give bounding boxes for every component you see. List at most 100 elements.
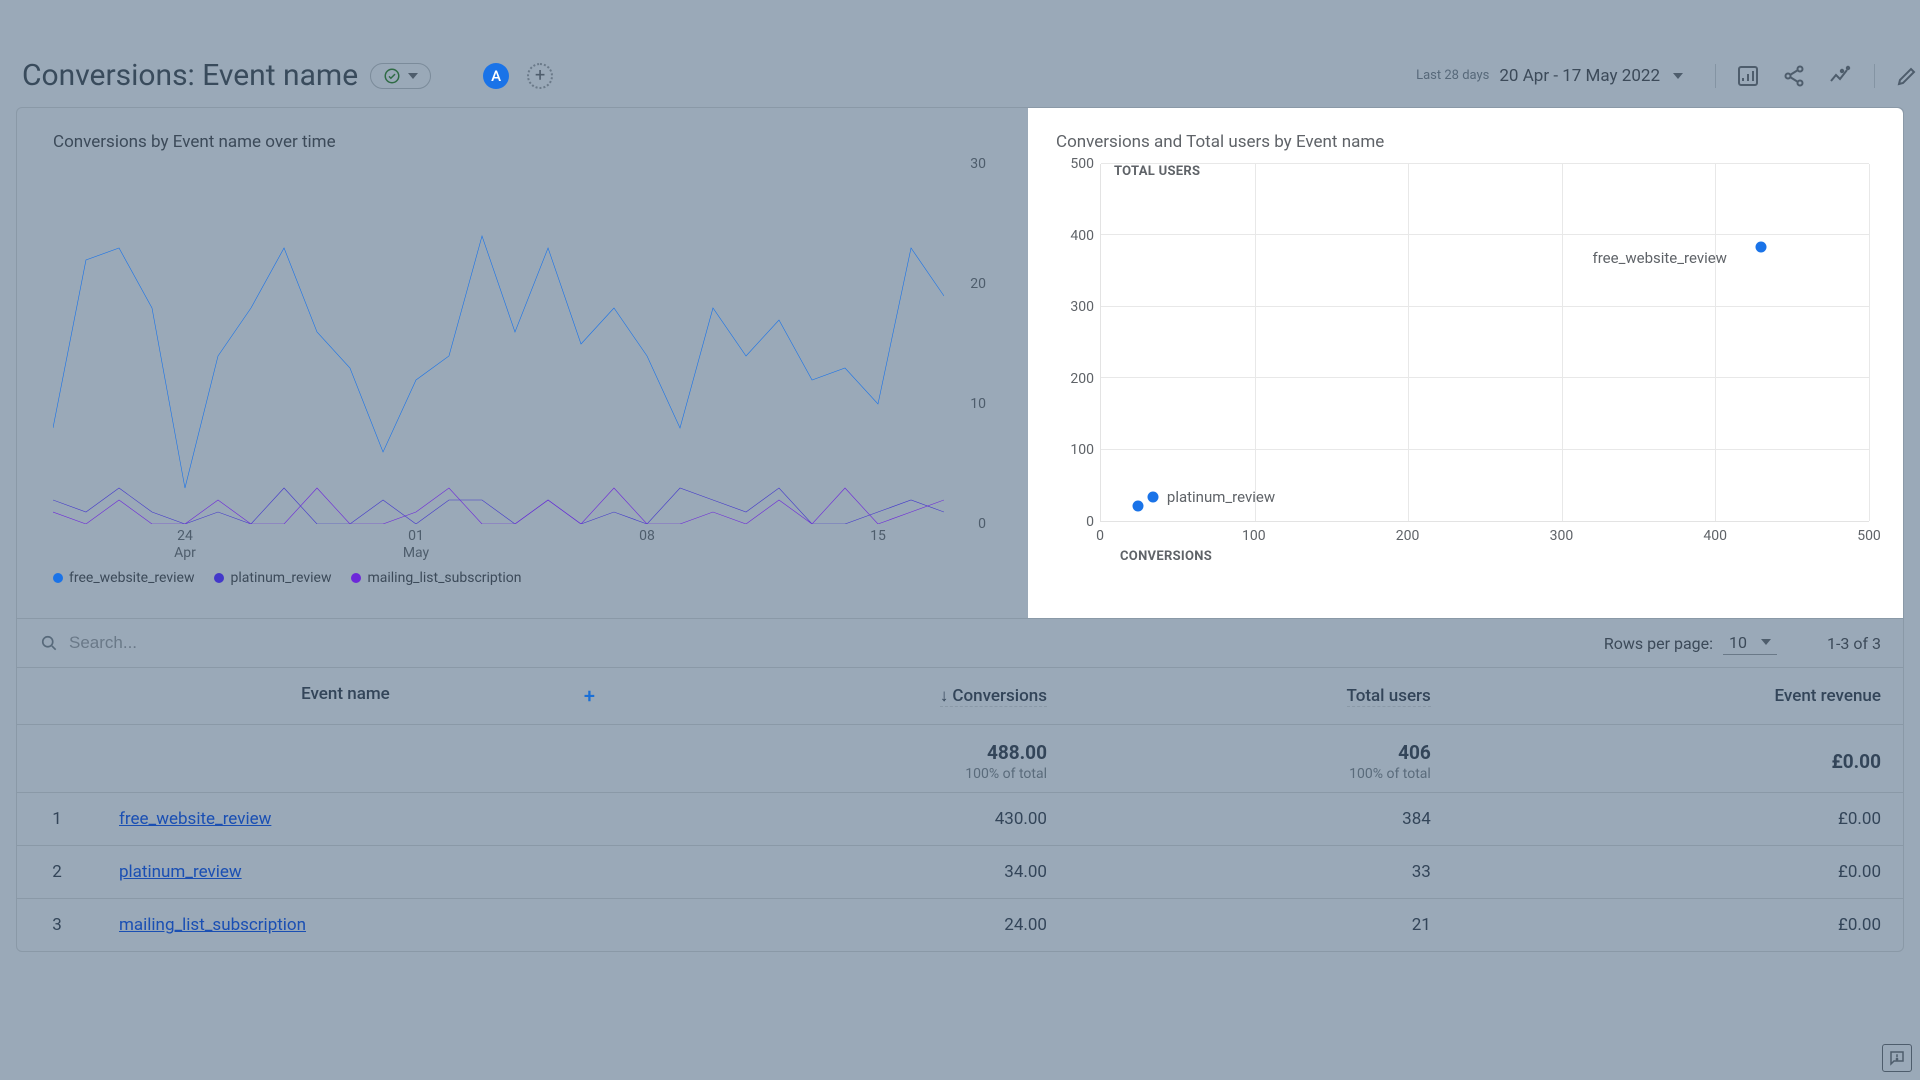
segment-chip[interactable]: A (483, 63, 509, 89)
event-name-link[interactable]: mailing_list_subscription (119, 915, 306, 935)
totals-conversions-sub: 100% of total (639, 766, 1047, 782)
data-table: Event name + ↓Conversions Total users Ev… (17, 667, 1903, 951)
scatter-chart-panel: Conversions and Total users by Event nam… (1028, 108, 1903, 618)
status-chip[interactable] (370, 63, 431, 89)
col-header-event-revenue[interactable]: Event revenue (1453, 668, 1903, 725)
scatter-point[interactable] (1756, 241, 1767, 252)
y-tick: 30 (970, 156, 986, 172)
x-tick: 400 (1703, 528, 1727, 544)
y-tick: 0 (1056, 514, 1094, 530)
legend-label: free_website_review (69, 570, 194, 586)
y-tick: 0 (978, 516, 986, 532)
date-range-label: Last 28 days (1416, 68, 1489, 83)
scatter-point[interactable] (1132, 501, 1143, 512)
row-index: 1 (17, 793, 97, 846)
scatter-point-label: free_website_review (1593, 249, 1727, 267)
event-name-link[interactable]: free_website_review (119, 809, 271, 829)
edit-icon[interactable] (1874, 64, 1898, 88)
insights-icon[interactable] (1736, 64, 1760, 88)
table-row: 2 platinum_review 34.0033£0.00 (17, 846, 1903, 899)
col-header-conversions[interactable]: ↓Conversions (617, 668, 1069, 725)
share-icon[interactable] (1782, 64, 1806, 88)
trend-icon[interactable] (1828, 64, 1852, 88)
line-chart-xaxis: 24Apr 01May 08 15 (53, 524, 944, 564)
cell-conversions: 24.00 (617, 899, 1069, 952)
pagination-count: 1-3 of 3 (1827, 634, 1881, 653)
cell-conversions: 34.00 (617, 846, 1069, 899)
col-label: Event revenue (1775, 686, 1881, 706)
chevron-down-icon (1673, 73, 1683, 79)
line-chart-panel: Conversions by Event name over time 0 10 2… (17, 108, 1028, 618)
x-tick: 15 (870, 528, 886, 545)
col-label: Total users (1347, 686, 1431, 706)
col-label: Conversions (952, 686, 1047, 706)
line-chart[interactable]: 0102030 (53, 164, 984, 524)
chevron-down-icon (408, 73, 418, 79)
legend-item[interactable]: platinum_review (214, 570, 331, 586)
y-tick: 10 (970, 396, 986, 412)
y-tick: 400 (1056, 228, 1094, 244)
table-totals-row: 488.00100% of total 406100% of total £0.… (17, 725, 1903, 793)
col-header-total-users[interactable]: Total users (1069, 668, 1453, 725)
arrow-down-icon: ↓ (940, 686, 949, 706)
y-tick: 20 (970, 276, 986, 292)
feedback-button[interactable] (1882, 1044, 1912, 1072)
totals-users: 406 (1398, 741, 1431, 764)
x-tick: 100 (1242, 528, 1266, 544)
legend-label: mailing_list_subscription (367, 570, 521, 586)
y-tick: 500 (1056, 156, 1094, 172)
totals-revenue: £0.00 (1831, 750, 1881, 773)
cell-revenue: £0.00 (1453, 793, 1903, 846)
legend-item[interactable]: free_website_review (53, 570, 194, 586)
totals-conversions: 488.00 (987, 741, 1047, 764)
cell-revenue: £0.00 (1453, 899, 1903, 952)
col-header-event-name[interactable]: Event name + (97, 668, 617, 725)
add-dimension-button[interactable]: + (584, 684, 595, 708)
cell-revenue: £0.00 (1453, 846, 1903, 899)
x-tick: 300 (1550, 528, 1574, 544)
col-label: Event name (301, 684, 390, 704)
search-input[interactable] (69, 633, 309, 653)
legend-dot (53, 573, 63, 583)
x-tick: 200 (1396, 528, 1420, 544)
cell-users: 384 (1069, 793, 1453, 846)
date-range-value: 20 Apr - 17 May 2022 (1499, 66, 1660, 86)
y-tick: 300 (1056, 299, 1094, 315)
line-chart-title: Conversions by Event name over time (53, 132, 1016, 152)
add-segment-button[interactable]: + (527, 63, 553, 89)
x-tick: 0 (1096, 528, 1104, 544)
y-tick: 200 (1056, 371, 1094, 387)
date-range-picker[interactable]: Last 28 days 20 Apr - 17 May 2022 (1416, 66, 1683, 86)
rows-per-page-select[interactable]: 10 (1723, 631, 1777, 655)
line-chart-legend: free_website_review platinum_review mailin… (53, 570, 1016, 586)
x-tick: 01May (403, 528, 429, 562)
y-axis-label: TOTAL USERS (1114, 164, 1200, 179)
cell-users: 21 (1069, 899, 1453, 952)
legend-item[interactable]: mailing_list_subscription (351, 570, 521, 586)
scatter-point[interactable] (1148, 492, 1159, 503)
scatter-plot-area: free_website_review platinum_review (1100, 164, 1869, 522)
cell-users: 33 (1069, 846, 1453, 899)
chevron-down-icon (1761, 639, 1771, 645)
event-name-link[interactable]: platinum_review (119, 862, 242, 882)
rows-per-page: Rows per page: 10 (1604, 631, 1777, 655)
x-axis-label: CONVERSIONS (1120, 549, 1212, 564)
check-circle-icon (383, 67, 401, 85)
table-row: 1 free_website_review 430.00384£0.00 (17, 793, 1903, 846)
table-row: 3 mailing_list_subscription 24.0021£0.00 (17, 899, 1903, 952)
row-index: 3 (17, 899, 97, 952)
row-index: 2 (17, 846, 97, 899)
x-tick: 24Apr (174, 528, 196, 562)
legend-label: platinum_review (230, 570, 331, 586)
scatter-point-label: platinum_review (1167, 488, 1275, 506)
table-toolbar: Rows per page: 10 1-3 of 3 (17, 618, 1903, 667)
y-tick: 100 (1056, 442, 1094, 458)
legend-dot (351, 573, 361, 583)
scatter-chart[interactable]: free_website_review platinum_review 0 100 20… (1056, 164, 1879, 564)
report-card: Conversions by Event name over time 0102… (16, 107, 1904, 952)
scatter-chart-title: Conversions and Total users by Event nam… (1056, 132, 1879, 152)
search-icon (39, 633, 59, 653)
x-tick: 08 (639, 528, 655, 545)
cell-conversions: 430.00 (617, 793, 1069, 846)
report-header: Conversions: Event name A + Last 28 days… (16, 44, 1904, 107)
